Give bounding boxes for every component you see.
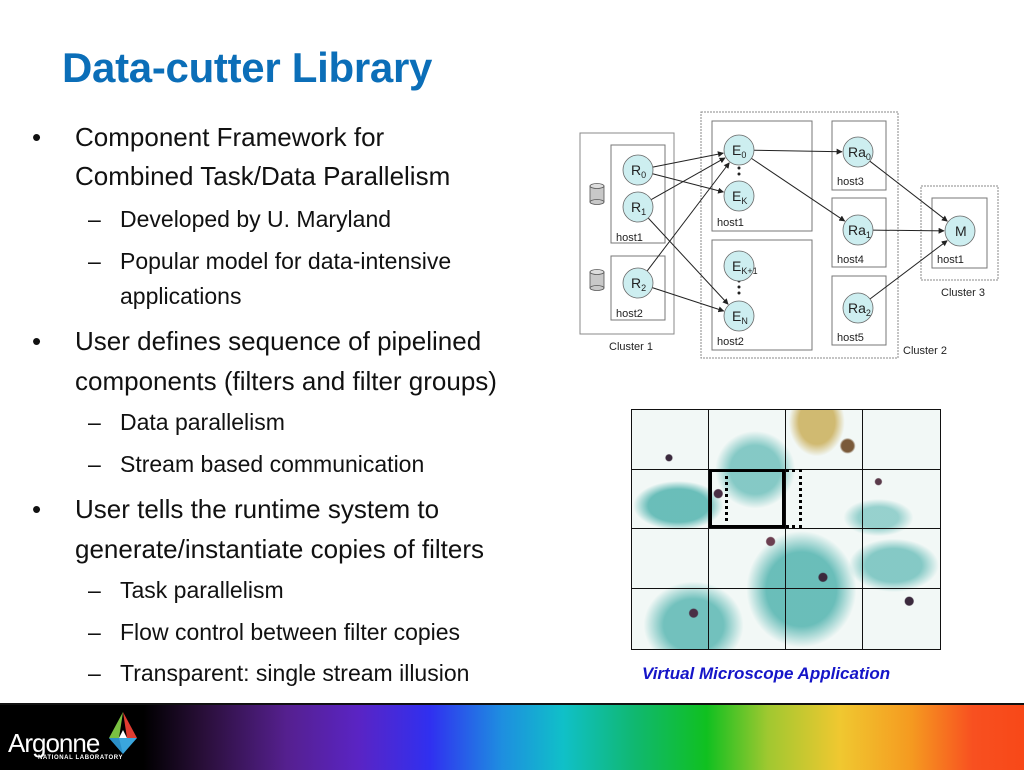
microscope-image (631, 409, 941, 650)
bullet-text: Component Framework for (75, 122, 385, 152)
c2-host3-label: host3 (837, 176, 864, 188)
sub-bullet-item: – Transparent: single stream illusion (88, 655, 470, 691)
bullet-item: • Component Framework for (32, 117, 385, 157)
sub-bullet-text: Transparent: single stream illusion (120, 660, 470, 686)
next-selection-box (725, 469, 802, 528)
edge-ra1-m (872, 227, 945, 234)
figure-caption: Virtual Microscope Application (642, 664, 891, 683)
bullet-item: • User defines sequence of pipelined (32, 321, 482, 361)
cluster-diagram: Cluster 1 host1 host2 host1 host2 host3 … (579, 111, 999, 359)
node-ek: EK (723, 180, 755, 212)
bullet-glyph: • (32, 494, 42, 524)
logo-subtext: NATIONAL LABORATORY (38, 755, 124, 761)
bullet-text: User defines sequence of pipelined (75, 326, 482, 356)
svg-text:M: M (955, 223, 967, 239)
grid-line (632, 528, 940, 529)
sub-bullet-text: Data parallelism (120, 409, 285, 435)
sub-bullet-item: – Popular model for data-intensive (88, 243, 452, 279)
sub-bullet-glyph: – (88, 248, 101, 274)
sub-bullet-item: – Stream based communication (88, 446, 425, 482)
node-ra1: Ra1 (842, 214, 874, 246)
bullet-text: User tells the runtime system to (75, 494, 440, 524)
c2-host1-label: host1 (717, 217, 744, 229)
c2-host1-box (711, 120, 813, 232)
sub-bullet-glyph: – (88, 619, 101, 645)
sub-bullet-item: – Task parallelism (88, 572, 284, 608)
bullet-text-continued: components (filters and filter groups) (75, 366, 497, 396)
cluster3-label: Cluster 3 (941, 287, 985, 299)
sub-bullet-glyph: – (88, 206, 101, 232)
sub-bullet-glyph: – (88, 660, 101, 686)
sub-bullet-glyph: – (88, 409, 101, 435)
grid-line (785, 410, 786, 649)
node-m: M (944, 215, 976, 247)
c1-host2-label: host2 (616, 308, 643, 320)
node-e0: E0 (723, 134, 755, 166)
bullet-text-continued: Combined Task/Data Parallelism (75, 161, 451, 191)
sub-bullet-text: Task parallelism (120, 577, 284, 603)
sub-bullet-text: Stream based communication (120, 451, 425, 477)
bullet-text-continued: generate/instantiate copies of filters (75, 534, 485, 564)
node-ra2: Ra2 (842, 292, 874, 324)
sub-bullet-item: – Flow control between filter copies (88, 614, 461, 650)
c2-host4-label: host4 (837, 254, 864, 266)
sub-bullet-item: – Data parallelism (88, 404, 285, 440)
sub-bullet-glyph: – (88, 451, 101, 477)
sub-bullet-text: Developed by U. Maryland (120, 206, 392, 232)
bullet-glyph: • (32, 122, 42, 152)
sub-bullet-text-continued: applications (120, 283, 242, 309)
c3-host1-label: host1 (937, 254, 964, 266)
database-icon (589, 269, 605, 291)
c1-host1-label: host1 (616, 232, 643, 244)
node-ra0: Ra0 (842, 136, 874, 168)
grid-line (632, 588, 940, 589)
sub-bullet-text: Flow control between filter copies (120, 619, 461, 645)
database-icon (589, 183, 605, 205)
node-r1: R1 (622, 191, 654, 223)
grid-line (708, 410, 709, 649)
bullet-glyph: • (32, 326, 42, 356)
grid-line (862, 410, 863, 649)
c2-host2-label: host2 (717, 336, 744, 348)
footer-spectrum-bar (0, 703, 1024, 770)
c2-host5-label: host5 (837, 332, 864, 344)
cluster1-label: Cluster 1 (609, 341, 653, 353)
bullet-item: • User tells the runtime system to (32, 489, 440, 529)
sub-bullet-item: – Developed by U. Maryland (88, 201, 392, 237)
sub-bullet-glyph: – (88, 577, 101, 603)
cluster2-label: Cluster 2 (903, 345, 947, 357)
slide-title: Data-cutter Library (62, 44, 433, 91)
node-r2: R2 (622, 267, 654, 299)
node-r0: R0 (622, 154, 654, 186)
sub-bullet-text: Popular model for data-intensive (120, 248, 452, 274)
node-en: EN (723, 300, 755, 332)
